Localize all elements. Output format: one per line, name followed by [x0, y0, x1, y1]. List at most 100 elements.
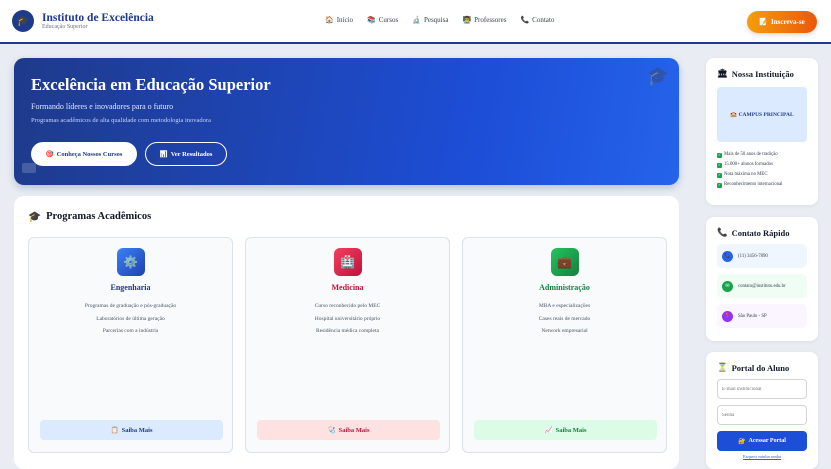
brand-subtitle: Educação Superior: [42, 23, 88, 30]
microscope-icon: 🔬: [412, 16, 421, 24]
nav-item-cursos[interactable]: 📚 Cursos: [367, 16, 398, 24]
contact-email[interactable]: ✉ contato@instituto.edu.br: [717, 274, 807, 298]
enroll-button[interactable]: 📝 Inscreva-se: [747, 11, 817, 33]
nav-label: Pesquisa: [423, 16, 449, 24]
fact-text: 15.000+ alunos formados: [724, 162, 773, 167]
card-title: Medicina: [331, 283, 364, 292]
card-line: MBA e especializações: [538, 303, 591, 309]
clipboard-icon: 📋: [110, 427, 119, 434]
nav-item-inicio[interactable]: 🏠 Início: [325, 16, 353, 24]
card-line: Hospital universitário próprio: [314, 315, 381, 322]
phone-icon: 📞: [520, 16, 530, 24]
contact-title: Contato Rápido: [731, 227, 790, 238]
fact-text: Mais de 50 anos de tradição: [724, 152, 778, 157]
hero-description: Programas acadêmicos de alta qualidade c…: [31, 117, 211, 124]
card-line: Network empresarial: [541, 328, 588, 334]
hero-title: Excelência em Educação Superior: [31, 75, 271, 94]
fact-item: ✓ Mais de 50 anos de tradição: [717, 150, 807, 160]
learn-more-button[interactable]: 📋 Saiba Mais: [40, 420, 223, 440]
hospital-icon: 🏥: [333, 248, 362, 276]
learn-more-label: Saiba Mais: [555, 426, 587, 434]
results-button[interactable]: 📊 Ver Resultados: [145, 142, 227, 166]
teacher-icon: 👨‍🏫: [462, 16, 472, 24]
contact-location[interactable]: 📍 São Paulo - SP: [717, 304, 807, 328]
enroll-label: Inscreva-se: [771, 18, 805, 26]
student-portal-panel: ⏳ Portal do Aluno 🔐Acessar Portal Esquec…: [706, 352, 818, 469]
learn-more-button[interactable]: 📈 Saiba Mais: [474, 420, 657, 440]
institution-heading: 🏛 Nossa Instituição: [717, 68, 807, 79]
contact-panel: 📞 Contato Rápido 📞 (11) 3456-7890 ✉ cont…: [706, 217, 818, 341]
program-card-administracao: 💼 Administração MBA e especializações Ca…: [462, 237, 667, 453]
card-line: Residência médica completa: [316, 328, 379, 334]
contact-text: São Paulo - SP: [738, 313, 767, 319]
target-icon: 🎯: [45, 151, 54, 158]
check-icon: ✓: [717, 172, 722, 178]
stethoscope-icon: 🩺: [327, 427, 336, 434]
fact-text: Reconhecimento internacional: [724, 182, 783, 187]
graduation-cap-icon[interactable]: 🎓: [12, 10, 34, 32]
programs-title: Programas Acadêmicos: [46, 211, 152, 222]
contact-text: contato@instituto.edu.br: [738, 283, 786, 289]
learn-more-label: Saiba Mais: [338, 426, 370, 434]
courses-button[interactable]: 🎯 Conheça Nossos Cursos: [31, 142, 137, 166]
card-line: Curso reconhecido pelo MEC: [314, 303, 381, 309]
nav-item-professores[interactable]: 👨‍🏫 Professores: [462, 16, 506, 24]
nav-label: Cursos: [378, 16, 399, 24]
check-icon: ✓: [717, 182, 722, 188]
nav-item-pesquisa[interactable]: 🔬 Pesquisa: [412, 16, 448, 24]
program-card-engenharia: ⚙️ Engenharia Programas de graduação e p…: [28, 237, 233, 453]
fact-item: ✓ 15.000+ alunos formados: [717, 160, 807, 170]
lock-icon: 🔐: [738, 438, 746, 445]
access-portal-button[interactable]: 🔐 Acessar Portal: [717, 431, 807, 451]
building-icon: 🏛: [717, 68, 728, 78]
fact-item: ✓ Nota máxima no MEC: [717, 170, 807, 180]
nav-label: Professores: [474, 16, 507, 24]
nav-item-contato[interactable]: 📞 Contato: [520, 16, 554, 24]
card-line: Laboratórios de última geração: [96, 315, 165, 322]
briefcase-icon: 💼: [550, 248, 579, 276]
nav-label: Contato: [532, 16, 555, 24]
campus-label: CAMPUS PRINCIPAL: [738, 111, 794, 118]
forgot-password-link[interactable]: Esqueci minha senha: [717, 454, 807, 459]
card-line: Programas de graduação e pós-graduação: [84, 303, 177, 309]
gear-icon: ⚙️: [116, 248, 145, 276]
institution-title: Nossa Instituição: [731, 68, 794, 79]
access-portal-label: Acessar Portal: [748, 438, 786, 444]
memo-icon: 📝: [759, 18, 768, 26]
chart-icon: 📊: [159, 151, 168, 158]
password-field[interactable]: [717, 405, 807, 425]
books-icon: 📚: [367, 16, 376, 24]
campus-image: 🏫 CAMPUS PRINCIPAL: [717, 87, 807, 142]
card-line: Cases reais de mercado: [538, 315, 591, 322]
portal-title: Portal do Aluno: [731, 362, 790, 373]
fact-item: ✓ Reconhecimento internacional: [717, 180, 807, 190]
mail-icon: ✉: [722, 280, 733, 292]
main-nav: 🏠 Início 📚 Cursos 🔬 Pesquisa 👨‍🏫 Professores…: [325, 16, 554, 24]
institution-panel: 🏛 Nossa Instituição 🏫 CAMPUS PRINCIPAL ✓…: [706, 58, 818, 205]
check-icon: ✓: [717, 152, 722, 158]
portal-heading: ⏳ Portal do Aluno: [717, 362, 807, 373]
learn-more-button[interactable]: 🩺 Saiba Mais: [257, 420, 440, 440]
card-line: Parcerias com a indústria: [102, 328, 159, 334]
learn-more-label: Saiba Mais: [121, 426, 153, 434]
email-field[interactable]: [717, 379, 807, 399]
chart-up-icon: 📈: [544, 427, 553, 434]
courses-button-label: Conheça Nossos Cursos: [56, 150, 123, 158]
school-icon: 🏫: [730, 111, 738, 118]
phone-icon: 📞: [717, 227, 728, 237]
results-button-label: Ver Resultados: [170, 150, 213, 158]
brand-title: Instituto de Excelência: [42, 11, 154, 24]
programs-section: 🎓 Programas Acadêmicos ⚙️ Engenharia Pro…: [14, 196, 679, 469]
graduation-cap-icon: 🎓: [28, 212, 42, 223]
decorative-shape: [22, 163, 36, 173]
pin-icon: 📍: [722, 310, 733, 322]
brand[interactable]: Instituto de Excelência Educação Superio…: [42, 12, 154, 30]
site-header: 🎓 Instituto de Excelência Educação Super…: [0, 0, 831, 44]
contact-text: (11) 3456-7890: [738, 253, 768, 259]
card-title: Administração: [539, 283, 590, 292]
hourglass-icon: ⏳: [717, 362, 728, 372]
program-card-medicina: 🏥 Medicina Curso reconhecido pelo MEC Ho…: [245, 237, 450, 453]
contact-phone[interactable]: 📞 (11) 3456-7890: [717, 244, 807, 268]
home-icon: 🏠: [325, 16, 334, 24]
card-title: Engenharia: [110, 283, 151, 292]
